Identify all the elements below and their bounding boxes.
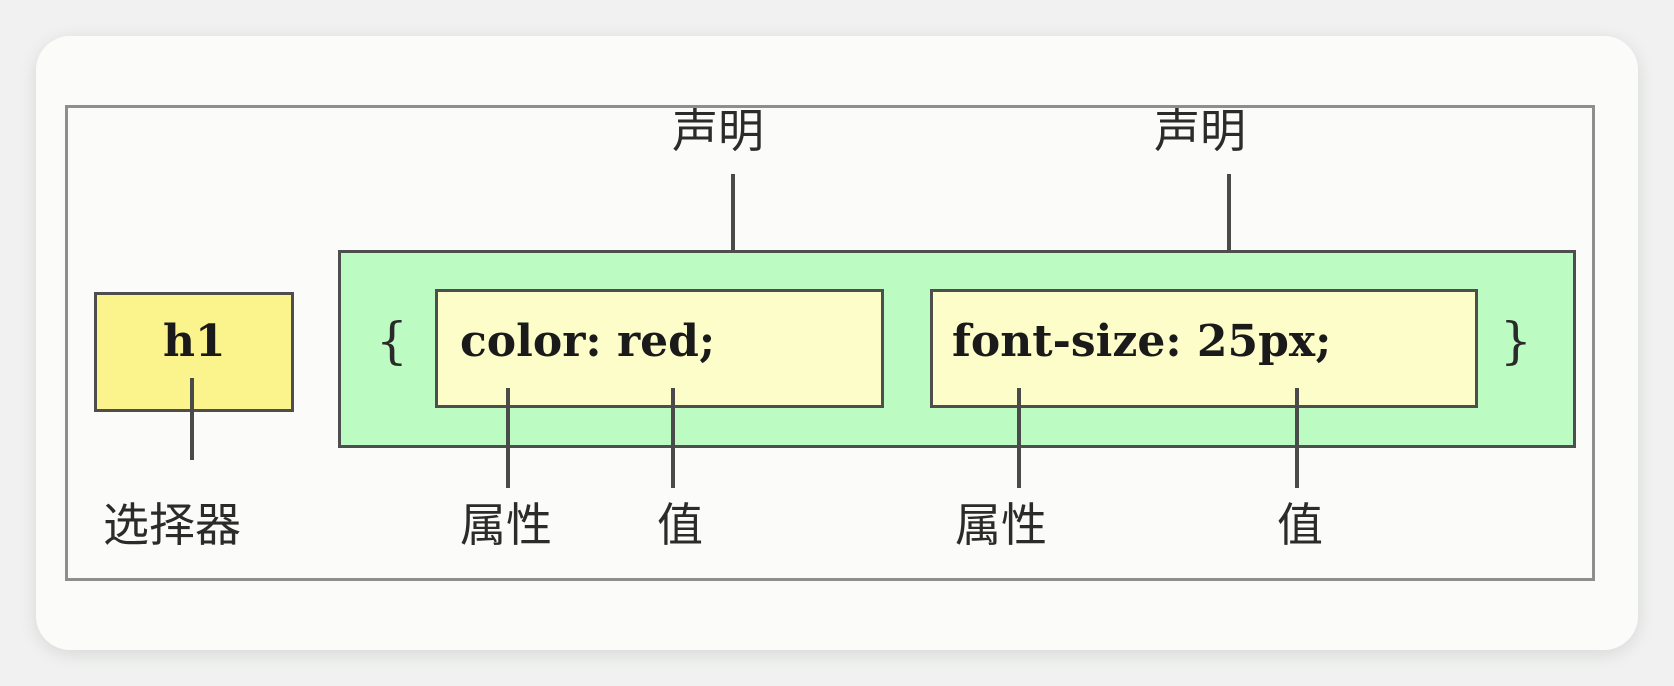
selector-label: 选择器 xyxy=(103,498,241,552)
close-brace: } xyxy=(1500,312,1532,370)
property-label-2: 属性 xyxy=(955,498,1047,552)
value-label-1: 值 xyxy=(657,498,703,552)
property-connector-2 xyxy=(1017,388,1021,488)
value-connector-2 xyxy=(1295,388,1299,488)
value-label-2: 值 xyxy=(1277,498,1323,552)
selector-connector xyxy=(190,378,194,460)
declaration-label-1: 声明 xyxy=(672,104,764,158)
declaration-code-1: color: red; xyxy=(460,316,716,367)
value-connector-1 xyxy=(671,388,675,488)
open-brace: { xyxy=(376,312,408,370)
selector-code: h1 xyxy=(163,316,226,367)
declaration-label-2: 声明 xyxy=(1154,104,1246,158)
declaration-code-2: font-size: 25px; xyxy=(952,316,1332,367)
property-label-1: 属性 xyxy=(460,498,552,552)
property-connector-1 xyxy=(506,388,510,488)
